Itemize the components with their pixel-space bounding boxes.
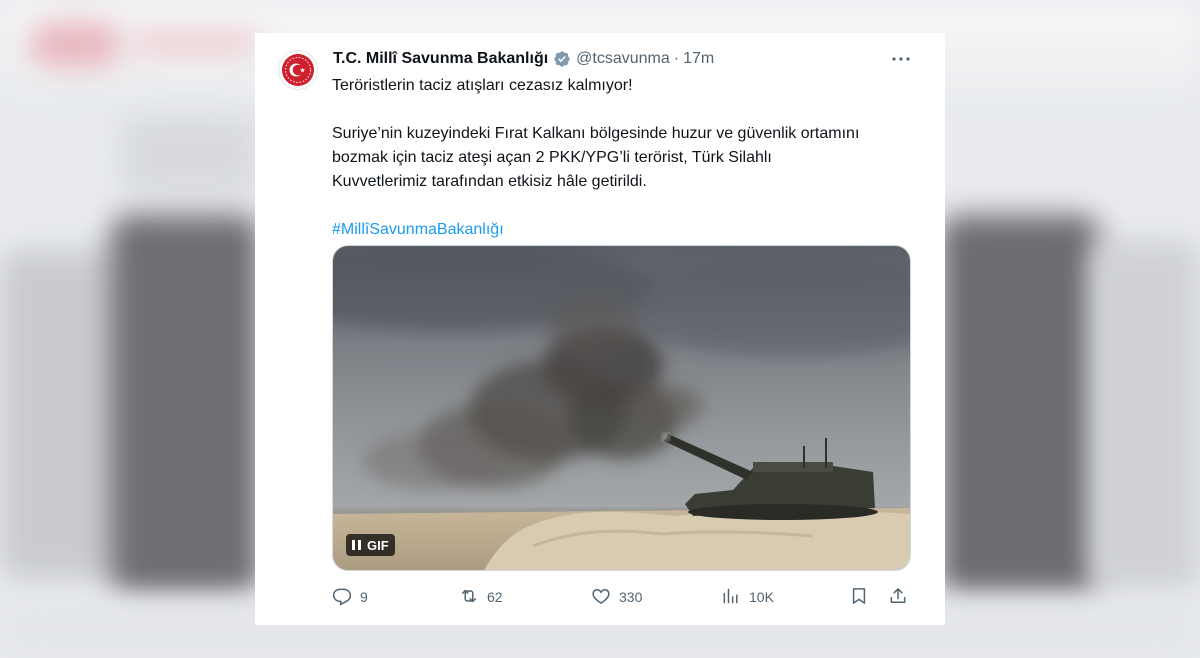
tweet-text-line: Teröristlerin taciz atışları cezasız kal… — [332, 77, 633, 94]
pause-icon — [352, 540, 361, 550]
bookmark-button[interactable] — [849, 585, 869, 609]
tweet-text-line: Kuvvetlerimiz tarafından etkisiz hâle ge… — [332, 173, 647, 190]
tweet-text-line: bozmak için taciz ateşi açan 2 PKK/YPG’l… — [332, 149, 772, 166]
tweet-card[interactable]: T.C. Millî Savunma Bakanlığı @tcsavunma … — [255, 33, 945, 625]
tweet-text: Teröristlerin taciz atışları cezasız kal… — [332, 74, 922, 242]
timestamp[interactable]: 17m — [683, 49, 714, 69]
separator-dot: · — [673, 50, 680, 67]
more-icon[interactable] — [890, 51, 912, 67]
share-icon — [888, 586, 908, 609]
retweet-count: 62 — [487, 589, 503, 605]
retweet-icon — [459, 586, 479, 609]
tweet-text-line: Suriye’nin kuzeyindeki Fırat Kalkanı böl… — [332, 125, 860, 142]
verified-badge-icon — [553, 50, 571, 68]
views-icon — [721, 586, 741, 609]
ministry-emblem-icon — [282, 54, 314, 86]
tweet-gif-media[interactable]: GIF — [332, 245, 911, 571]
hashtag-link[interactable]: #MillîSavunmaBakanlığı — [332, 218, 922, 242]
avatar[interactable] — [278, 50, 318, 90]
display-name[interactable]: T.C. Millî Savunma Bakanlığı — [333, 49, 548, 69]
gif-label: GIF — [367, 537, 389, 553]
heart-icon — [591, 586, 611, 609]
reply-button[interactable]: 9 — [332, 585, 368, 609]
views-count: 10K — [749, 589, 774, 605]
tweet-actions: 9 62 330 10K — [332, 585, 915, 609]
reply-icon — [332, 586, 352, 609]
like-button[interactable]: 330 — [591, 585, 642, 609]
share-button[interactable] — [888, 585, 908, 609]
retweet-button[interactable]: 62 — [459, 585, 503, 609]
reply-count: 9 — [360, 589, 368, 605]
gif-badge[interactable]: GIF — [346, 534, 395, 556]
like-count: 330 — [619, 589, 643, 605]
artillery-firing-image — [333, 246, 910, 570]
handle[interactable]: @tcsavunma — [576, 49, 670, 69]
tweet-header: T.C. Millî Savunma Bakanlığı @tcsavunma … — [333, 49, 714, 69]
views-button[interactable]: 10K — [721, 585, 774, 609]
bookmark-icon — [849, 586, 869, 609]
